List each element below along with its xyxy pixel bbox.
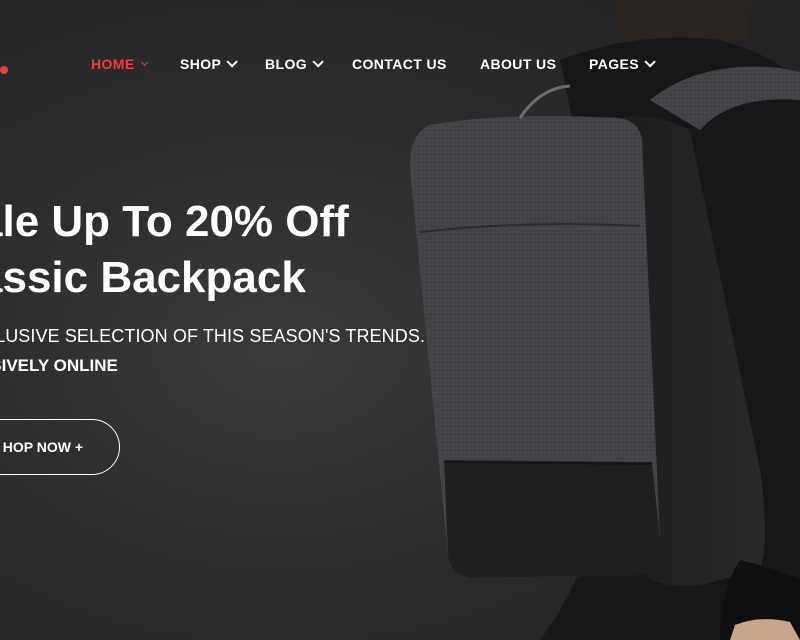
hero-headline-line1: ale Up To 20% Off — [0, 197, 349, 246]
chevron-down-icon — [140, 58, 148, 66]
hero-subtitle: CLUSIVE SELECTION OF THIS SEASON'S TREND… — [0, 326, 426, 346]
nav-item-label: HOME — [91, 56, 135, 72]
chevron-down-icon — [226, 56, 239, 68]
nav-item-blog[interactable]: BLOG — [265, 55, 324, 73]
hero-headline: ale Up To 20% Off assic Backpack — [0, 194, 349, 306]
nav-item-label: SHOP — [180, 56, 222, 72]
nav-item-label: CONTACT US — [352, 56, 447, 72]
nav-item-contact-us[interactable]: CONTACT US — [352, 55, 447, 73]
nav-item-label: BLOG — [265, 56, 308, 72]
nav-item-pages[interactable]: PAGES — [589, 55, 656, 73]
hero-banner: HOME SHOP BLOG CONTACT US ABOUT US PAGES… — [0, 0, 800, 640]
logo-dot-icon[interactable] — [0, 66, 8, 74]
chevron-down-icon — [312, 56, 324, 68]
nav-item-label: ABOUT US — [480, 56, 557, 72]
nav-item-label: PAGES — [589, 56, 639, 72]
nav-item-shop[interactable]: SHOP — [180, 55, 239, 73]
chevron-down-icon — [644, 56, 656, 68]
shop-now-label: HOP NOW + — [2, 439, 83, 455]
hero-subtitle-secondary: USIVELY ONLINE — [0, 356, 118, 375]
main-navigation: HOME SHOP BLOG CONTACT US ABOUT US PAGES — [0, 0, 800, 126]
shop-now-button[interactable]: HOP NOW + — [0, 419, 120, 475]
hero-headline-line2: assic Backpack — [0, 253, 306, 302]
nav-item-about-us[interactable]: ABOUT US — [480, 55, 556, 73]
nav-item-home[interactable]: HOME — [91, 55, 148, 73]
